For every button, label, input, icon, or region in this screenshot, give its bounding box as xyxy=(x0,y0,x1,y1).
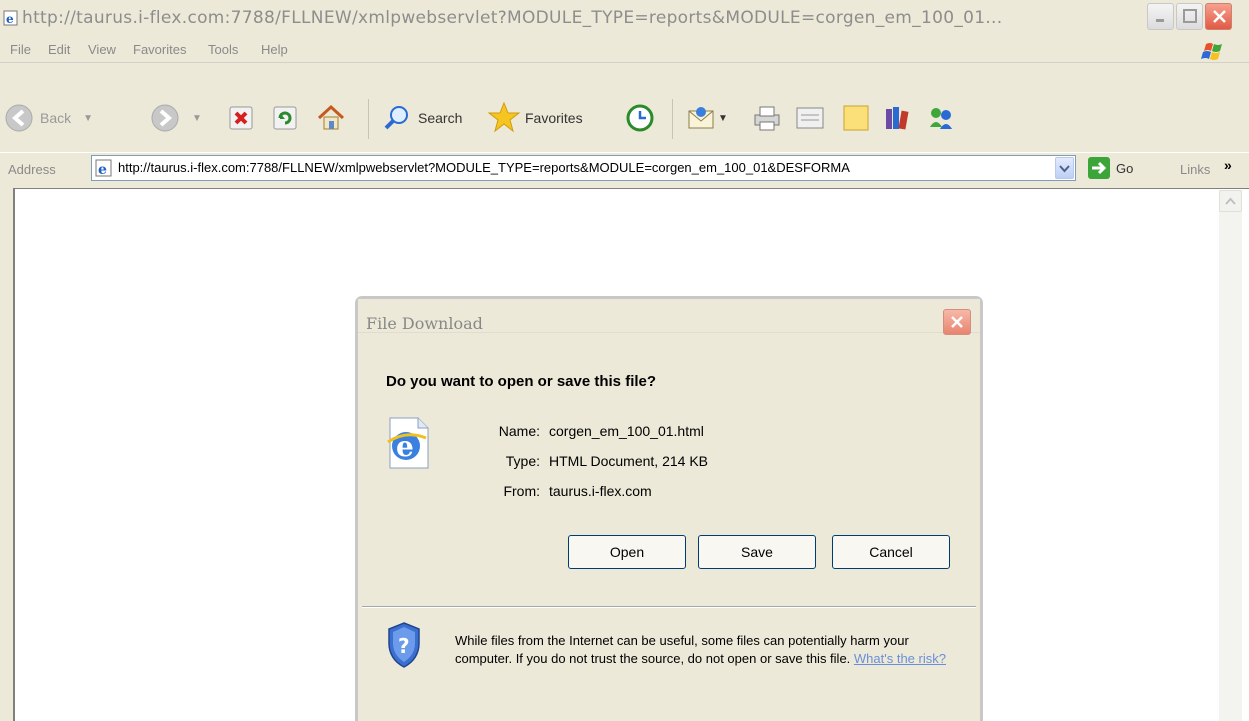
toolbar-separator xyxy=(368,99,369,139)
html-document-icon: e xyxy=(387,417,429,469)
windows-logo-icon xyxy=(1201,43,1222,60)
svg-text:e: e xyxy=(98,162,107,177)
type-value: HTML Document, 214 KB xyxy=(549,453,708,469)
dialog-close-button[interactable] xyxy=(943,309,971,335)
forward-button[interactable]: ▼ xyxy=(150,103,202,133)
search-icon xyxy=(384,106,408,130)
dialog-divider xyxy=(362,606,976,608)
refresh-button[interactable] xyxy=(272,105,298,131)
from-value: taurus.i-flex.com xyxy=(549,483,652,499)
close-icon xyxy=(1213,10,1226,23)
open-button[interactable]: Open xyxy=(568,535,686,569)
home-icon xyxy=(317,104,345,130)
back-button[interactable]: Back ▼ xyxy=(4,103,93,133)
go-button[interactable]: Go xyxy=(1088,157,1133,179)
vertical-scrollbar[interactable] xyxy=(1219,190,1242,721)
messenger-icon xyxy=(930,108,952,129)
forward-dropdown-icon[interactable]: ▼ xyxy=(192,113,202,124)
minimize-icon xyxy=(1156,19,1164,22)
scroll-up-button[interactable] xyxy=(1219,190,1242,212)
ie-page-icon: e xyxy=(3,10,18,26)
history-button[interactable] xyxy=(625,103,655,133)
title-bar: e http://taurus.i-flex.com:7788/FLLNEW/x… xyxy=(0,0,1249,38)
name-value: corgen_em_100_01.html xyxy=(549,423,704,439)
name-label: Name: xyxy=(498,423,540,439)
security-warning: While files from the Internet can be use… xyxy=(455,632,965,668)
links-chevron-icon[interactable]: » xyxy=(1224,157,1232,173)
stop-icon xyxy=(229,106,253,130)
dialog-question: Do you want to open or save this file? xyxy=(386,373,657,390)
dialog-title: File Download xyxy=(366,314,483,333)
ie-page-icon: e xyxy=(95,159,112,177)
printer-icon xyxy=(754,106,780,131)
edit-page-icon xyxy=(796,107,824,129)
go-arrow-icon xyxy=(1088,157,1110,179)
back-label: Back xyxy=(40,110,72,126)
history-icon xyxy=(626,104,654,132)
svg-text:e: e xyxy=(6,12,14,26)
file-download-dialog: File Download Do you want to open or sav… xyxy=(355,296,983,721)
back-arrow-icon xyxy=(5,104,33,132)
links-label[interactable]: Links xyxy=(1180,162,1210,177)
toolbar-separator xyxy=(672,99,673,139)
maximize-button[interactable] xyxy=(1176,3,1203,30)
refresh-icon xyxy=(273,106,297,130)
research-button[interactable] xyxy=(882,103,912,133)
address-text: http://taurus.i-flex.com:7788/FLLNEW/xml… xyxy=(118,160,850,175)
minimize-button[interactable] xyxy=(1147,3,1174,30)
menu-help[interactable]: Help xyxy=(261,42,288,57)
stop-button[interactable] xyxy=(228,105,254,131)
menu-file[interactable]: File xyxy=(10,42,31,57)
window-title: http://taurus.i-flex.com:7788/FLLNEW/xml… xyxy=(22,8,1003,28)
discuss-button[interactable] xyxy=(841,103,871,133)
svg-text:?: ? xyxy=(398,634,410,658)
menu-favorites[interactable]: Favorites xyxy=(133,42,186,57)
home-button[interactable] xyxy=(316,103,346,133)
mail-button[interactable]: ▼ xyxy=(686,103,728,133)
maximize-icon xyxy=(1183,9,1197,23)
warning-text: While files from the Internet can be use… xyxy=(455,633,909,666)
note-icon xyxy=(843,105,869,131)
from-label: From: xyxy=(503,483,540,499)
books-icon xyxy=(886,107,909,130)
favorites-label: Favorites xyxy=(525,110,583,126)
favorites-button[interactable]: Favorites xyxy=(487,101,583,135)
menu-bar: File Edit View Favorites Tools Help xyxy=(0,38,1249,63)
save-button[interactable]: Save xyxy=(698,535,816,569)
print-button[interactable] xyxy=(752,103,782,133)
type-label: Type: xyxy=(505,453,540,469)
chevron-down-icon xyxy=(1059,165,1070,173)
back-dropdown-icon[interactable]: ▼ xyxy=(83,113,93,124)
dialog-title-bar: File Download xyxy=(358,299,980,335)
menu-edit[interactable]: Edit xyxy=(48,42,70,57)
cancel-button[interactable]: Cancel xyxy=(832,535,950,569)
close-window-button[interactable] xyxy=(1205,3,1232,30)
close-icon xyxy=(951,316,963,328)
search-label: Search xyxy=(418,110,463,126)
forward-arrow-icon xyxy=(151,104,179,132)
star-icon xyxy=(487,101,521,133)
chevron-up-icon xyxy=(1225,197,1236,205)
address-label: Address xyxy=(8,162,56,177)
address-input[interactable]: e http://taurus.i-flex.com:7788/FLLNEW/x… xyxy=(91,155,1076,181)
mail-icon xyxy=(688,107,714,129)
risk-link[interactable]: What's the risk? xyxy=(854,651,946,666)
messenger-button[interactable] xyxy=(926,103,956,133)
browser-window: e http://taurus.i-flex.com:7788/FLLNEW/x… xyxy=(0,0,1249,721)
search-button[interactable]: Search xyxy=(382,103,462,133)
menu-view[interactable]: View xyxy=(88,42,116,57)
edit-button[interactable] xyxy=(795,103,825,133)
go-label: Go xyxy=(1116,160,1134,176)
address-dropdown-button[interactable] xyxy=(1055,157,1074,179)
security-shield-icon: ? xyxy=(388,622,420,668)
menu-tools[interactable]: Tools xyxy=(208,42,238,57)
mail-dropdown-icon[interactable]: ▼ xyxy=(718,113,728,124)
